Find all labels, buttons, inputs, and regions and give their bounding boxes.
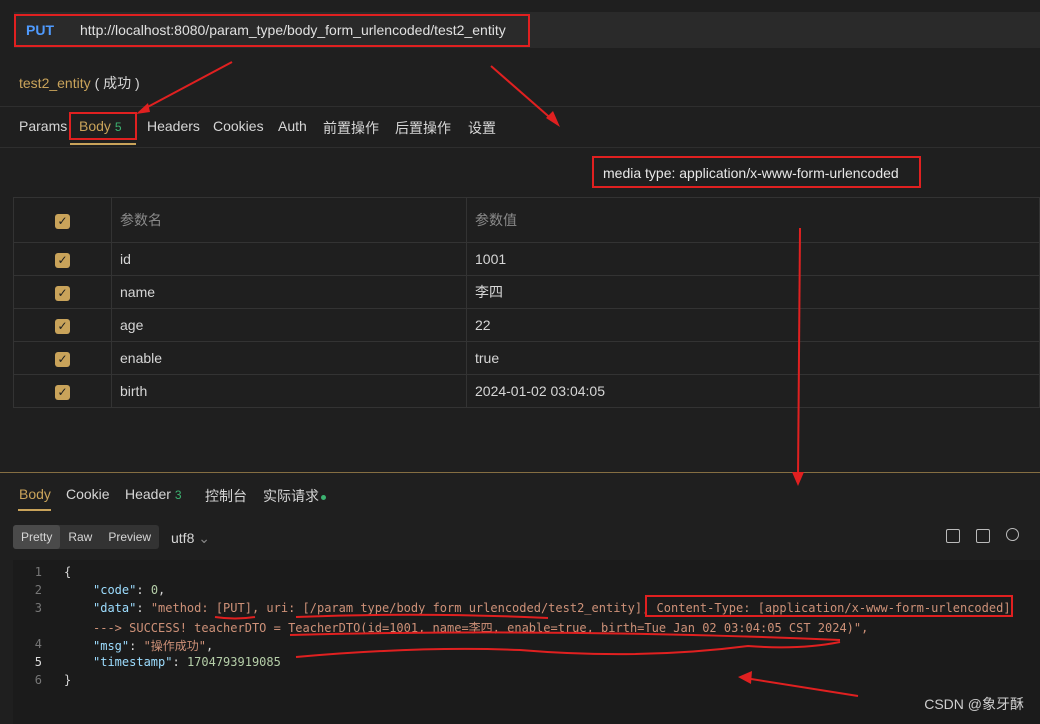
watermark: CSDN @象牙酥 [924, 696, 1024, 712]
arrow-to-body-tab [141, 61, 233, 111]
arrowhead [136, 103, 150, 114]
underline-wave [295, 641, 841, 658]
underline-teacher [289, 631, 841, 641]
arrow-to-code [744, 677, 859, 697]
underline-uri [295, 613, 549, 619]
arrowhead [792, 472, 804, 486]
underline-put [214, 616, 256, 620]
annotation-overlay [136, 61, 859, 697]
arrowhead [738, 671, 752, 684]
arrowhead [546, 111, 560, 127]
arrow-to-tabs [490, 65, 556, 123]
arrow-to-response [797, 227, 801, 481]
